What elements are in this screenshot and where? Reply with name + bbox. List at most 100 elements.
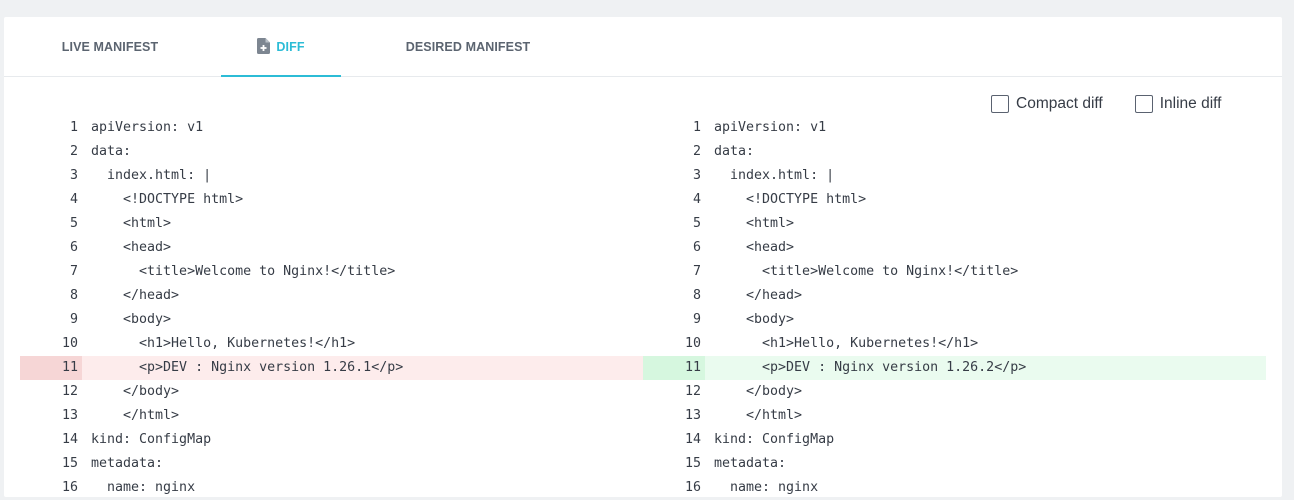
line-number: 9 (692, 312, 701, 327)
tab-diff-label: DIFF (276, 39, 305, 54)
code-text: <body> (91, 312, 172, 327)
line-number: 1 (692, 120, 701, 135)
diff-line: 1 apiVersion: v1 (20, 116, 643, 140)
line-number: 4 (692, 192, 701, 207)
diff-line: 7 <title>Welcome to Nginx!</title> (20, 260, 643, 284)
code-text: index.html: | (91, 168, 212, 183)
line-number: 5 (69, 216, 78, 231)
line-number: 2 (69, 144, 78, 159)
line-number: 11 (684, 360, 701, 375)
diff-line: 7 <title>Welcome to Nginx!</title> (643, 260, 1266, 284)
line-number: 12 (684, 384, 701, 399)
compact-diff-toggle[interactable]: Compact diff (991, 95, 1103, 113)
line-number: 3 (69, 168, 78, 183)
diff-line: 13 </html> (643, 404, 1266, 428)
line-number: 6 (692, 240, 701, 255)
code-text: <head> (714, 240, 795, 255)
code-text: <h1>Hello, Kubernetes!</h1> (91, 336, 356, 351)
code-text: </body> (91, 384, 180, 399)
line-number: 1 (69, 120, 78, 135)
diff-line: 10 <h1>Hello, Kubernetes!</h1> (20, 332, 643, 356)
code-text: name: nginx (91, 480, 196, 495)
diff-line: 8 </head> (20, 284, 643, 308)
tab-diff[interactable]: DIFF (221, 17, 341, 77)
diff-options: Compact diff Inline diff (991, 93, 1222, 115)
line-number: 10 (684, 336, 701, 351)
desired-diff-pane: 1 apiVersion: v1 2 data: 3 index.html: | 4 <!… (643, 116, 1266, 500)
line-number: 13 (684, 408, 701, 423)
code-text: data: (714, 144, 755, 159)
line-number: 10 (61, 336, 78, 351)
diff-line: 6 <head> (643, 236, 1266, 260)
code-text: <p>DEV : Nginx version 1.26.1</p> (91, 360, 404, 375)
line-number: 14 (61, 432, 78, 447)
diff-line: 6 <head> (20, 236, 643, 260)
code-text: apiVersion: v1 (91, 120, 204, 135)
code-text: metadata: (714, 456, 787, 471)
diff-line: 5 <html> (643, 212, 1266, 236)
line-number: 7 (69, 264, 78, 279)
diff-line: 16 name: nginx (643, 476, 1266, 500)
code-text: apiVersion: v1 (714, 120, 827, 135)
code-text: <p>DEV : Nginx version 1.26.2</p> (714, 360, 1027, 375)
line-number: 5 (692, 216, 701, 231)
code-text: <h1>Hello, Kubernetes!</h1> (714, 336, 979, 351)
diff-line: 9 <body> (643, 308, 1266, 332)
inline-diff-toggle[interactable]: Inline diff (1134, 95, 1222, 113)
diff-line: 15 metadata: (20, 452, 643, 476)
compact-diff-checkbox[interactable] (991, 95, 1009, 113)
line-number: 13 (61, 408, 78, 423)
diff-line: 2 data: (643, 140, 1266, 164)
line-number: 14 (684, 432, 701, 447)
line-number: 8 (692, 288, 701, 303)
diff-line: 15 metadata: (643, 452, 1266, 476)
code-text: </head> (91, 288, 180, 303)
code-text: <title>Welcome to Nginx!</title> (714, 264, 1019, 279)
line-number: 15 (684, 456, 701, 471)
diff-line: 5 <html> (20, 212, 643, 236)
code-text: data: (91, 144, 132, 159)
code-text: <html> (714, 216, 795, 231)
diff-line: 4 <!DOCTYPE html> (20, 188, 643, 212)
code-text: name: nginx (714, 480, 819, 495)
line-number: 16 (684, 480, 701, 495)
line-number: 12 (61, 384, 78, 399)
diff-line: 13 </html> (20, 404, 643, 428)
line-number: 16 (61, 480, 78, 495)
code-text: <!DOCTYPE html> (714, 192, 867, 207)
code-text: </html> (91, 408, 180, 423)
code-text: </body> (714, 384, 803, 399)
code-text: kind: ConfigMap (91, 432, 212, 447)
code-text: kind: ConfigMap (714, 432, 835, 447)
diff-line: 12 </body> (20, 380, 643, 404)
line-number: 11 (61, 360, 78, 375)
line-number: 15 (61, 456, 78, 471)
diff-line: 3 index.html: | (643, 164, 1266, 188)
tab-desired-manifest[interactable]: DESIRED MANIFEST (404, 17, 532, 76)
code-text: <head> (91, 240, 172, 255)
line-number: 7 (692, 264, 701, 279)
compact-diff-label: Compact diff (1016, 95, 1103, 112)
diff-line: 1 apiVersion: v1 (643, 116, 1266, 140)
tab-bar: LIVE MANIFEST DIFF DESIRED MANIFEST (4, 17, 1282, 77)
file-diff-icon (257, 37, 271, 54)
inline-diff-label: Inline diff (1159, 95, 1222, 112)
line-number: 6 (69, 240, 78, 255)
diff-line: 12 </body> (643, 380, 1266, 404)
inline-diff-checkbox[interactable] (1134, 95, 1153, 113)
diff-line: 14 kind: ConfigMap (643, 428, 1266, 452)
code-text: <html> (91, 216, 172, 231)
code-text: metadata: (91, 456, 164, 471)
diff-line: 8 </head> (643, 284, 1266, 308)
code-text: index.html: | (714, 168, 835, 183)
diff-line: 9 <body> (20, 308, 643, 332)
tab-live-manifest-label: LIVE MANIFEST (61, 39, 159, 54)
diff-line: 14 kind: ConfigMap (20, 428, 643, 452)
live-diff-pane: 1 apiVersion: v1 2 data: 3 index.html: | 4 <!… (20, 116, 643, 500)
tab-live-manifest[interactable]: LIVE MANIFEST (51, 17, 169, 76)
tab-desired-manifest-label: DESIRED MANIFEST (405, 39, 531, 54)
diff-line-added: 11 <p>DEV : Nginx version 1.26.2</p> (643, 356, 1266, 380)
line-number: 3 (692, 168, 701, 183)
line-number: 4 (69, 192, 78, 207)
line-number: 9 (69, 312, 78, 327)
